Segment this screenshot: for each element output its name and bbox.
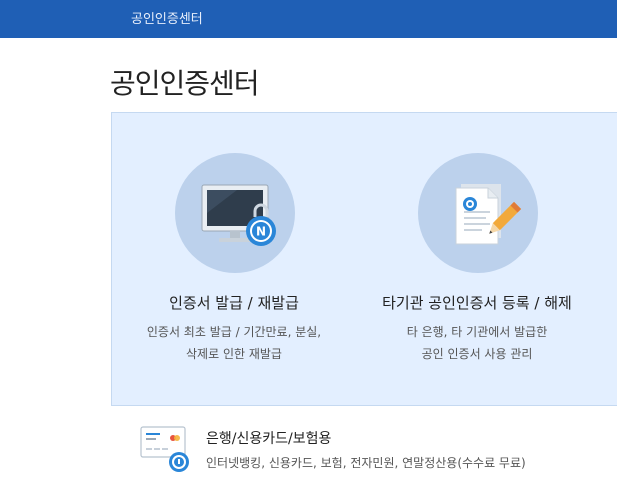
monitor-lock-icon: N xyxy=(175,153,295,273)
header-title[interactable]: 공인인증센터 xyxy=(131,8,203,27)
card-title: 타기관 공인인증서 등록 / 해제 xyxy=(382,294,572,312)
svg-text:N: N xyxy=(256,225,266,239)
issue-certificate-card[interactable]: N 인증서 발급 / 재발급 인증서 최초 발급 / 기간만료, 분실, 삭제로… xyxy=(114,113,354,403)
register-external-certificate-card[interactable]: 타기관 공인인증서 등록 / 해제 타 은행, 타 기관에서 발급한 공인 인증… xyxy=(357,113,597,403)
card-description-line: 삭제로 인한 재발급 xyxy=(186,347,282,361)
card-description-line: 공인 인증서 사용 관리 xyxy=(421,347,533,361)
bank-card-insurance-item[interactable]: 은행/신용카드/보험용 인터넷뱅킹, 신용카드, 보험, 전자민원, 연말정산용… xyxy=(140,420,610,480)
card-description: 인증서 최초 발급 / 기간만료, 분실, 삭제로 인한 재발급 xyxy=(114,321,354,365)
page-title: 공인인증센터 xyxy=(110,67,260,100)
certificate-options-panel: N 인증서 발급 / 재발급 인증서 최초 발급 / 기간만료, 분실, 삭제로… xyxy=(111,112,617,406)
card-title: 인증서 발급 / 재발급 xyxy=(169,294,299,312)
bank-item-title: 은행/신용카드/보험용 xyxy=(206,431,332,447)
bank-item-description: 인터넷뱅킹, 신용카드, 보험, 전자민원, 연말정산용(수수료 무료) xyxy=(206,456,526,470)
document-pen-icon xyxy=(418,153,538,273)
top-header-bar: 공인인증센터 xyxy=(0,0,617,38)
card-lock-icon xyxy=(140,426,192,476)
card-description-line: 인증서 최초 발급 / 기간만료, 분실, xyxy=(146,325,322,339)
card-description-line: 타 은행, 타 기관에서 발급한 xyxy=(406,325,548,339)
card-description: 타 은행, 타 기관에서 발급한 공인 인증서 사용 관리 xyxy=(357,321,597,365)
